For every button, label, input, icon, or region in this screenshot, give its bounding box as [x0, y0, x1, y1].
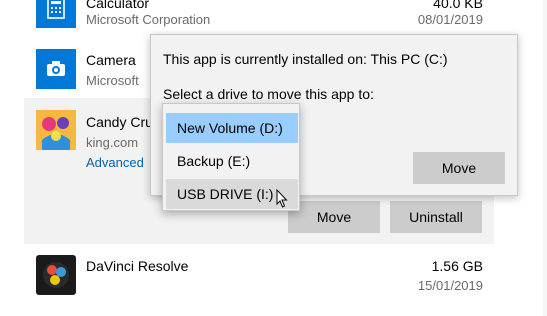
camera-name: Camera — [86, 52, 136, 68]
mouse-cursor-icon — [276, 189, 288, 208]
window-edge — [543, 0, 547, 316]
uninstall-button[interactable]: Uninstall — [390, 201, 482, 233]
calculator-publisher: Microsoft Corporation — [86, 12, 211, 27]
drive-option-backup[interactable]: Backup (E:) — [166, 146, 298, 176]
davinci-resolve-date: 15/01/2019 — [417, 278, 483, 293]
calculator-app-icon — [36, 0, 76, 28]
installed-location-text: This app is currently installed on: This… — [163, 51, 448, 67]
camera-icon — [47, 61, 65, 76]
calculator-icon — [47, 0, 65, 19]
flyout-move-button[interactable]: Move — [413, 152, 505, 184]
candy-crush-publisher: king.com — [86, 135, 139, 150]
select-drive-label: Select a drive to move this app to: — [163, 86, 374, 102]
davinci-resolve-app-icon[interactable] — [36, 255, 76, 295]
calculator-size: 40.0 KB — [433, 0, 483, 11]
candy-crush-name: Candy Cru — [86, 114, 153, 130]
calculator-name: Calculator — [86, 0, 150, 11]
advanced-options-link[interactable]: Advanced — [86, 155, 144, 170]
camera-publisher: Microsoft — [86, 73, 139, 88]
davinci-resolve-icon — [43, 262, 69, 288]
calculator-date: 08/01/2019 — [417, 12, 483, 27]
davinci-resolve-size: 1.56 GB — [431, 258, 483, 274]
davinci-resolve-name: DaVinci Resolve — [86, 258, 189, 274]
drive-option-new-volume[interactable]: New Volume (D:) — [166, 113, 298, 143]
camera-app-icon[interactable] — [36, 49, 76, 89]
candy-crush-icon — [36, 110, 76, 150]
move-button[interactable]: Move — [288, 201, 380, 233]
candy-crush-app-icon[interactable] — [36, 110, 76, 150]
